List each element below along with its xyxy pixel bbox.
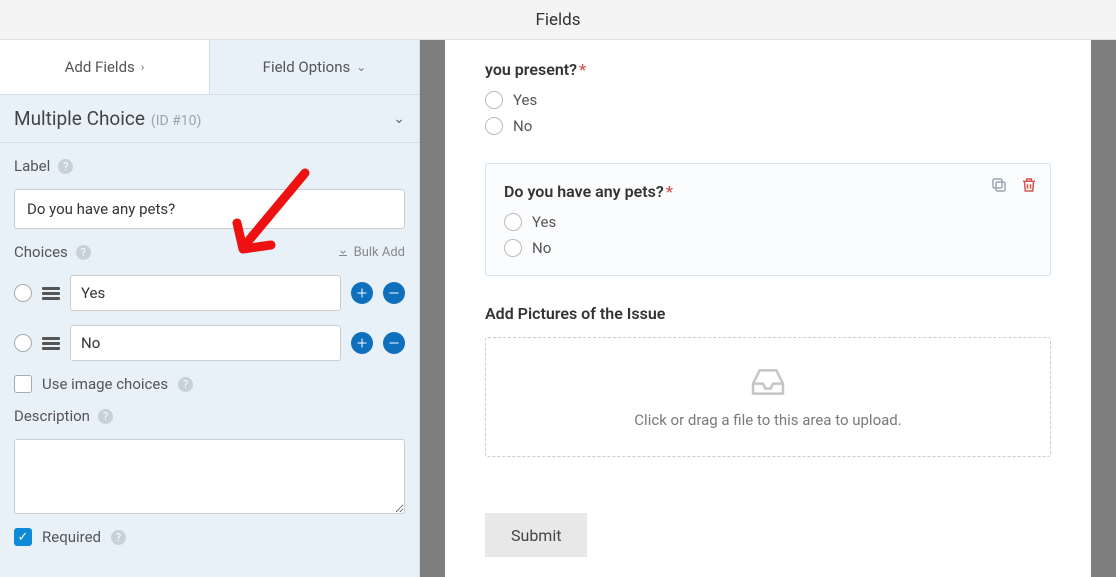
choice-input[interactable] xyxy=(70,325,341,361)
tab-add-fields[interactable]: Add Fields › xyxy=(0,40,210,94)
chevron-right-icon: › xyxy=(141,60,145,74)
option-label: No xyxy=(532,239,551,257)
image-choices-row: Use image choices ? xyxy=(14,375,405,393)
radio-icon xyxy=(485,91,503,109)
required-asterisk: * xyxy=(666,182,673,201)
duplicate-icon[interactable] xyxy=(990,176,1008,194)
help-icon[interactable]: ? xyxy=(58,159,73,174)
choice-row xyxy=(14,325,405,361)
chevron-down-icon[interactable]: ⌄ xyxy=(393,111,405,127)
submit-button[interactable]: Submit xyxy=(485,513,587,557)
radio-icon xyxy=(485,117,503,135)
preview-field[interactable]: Add Pictures of the Issue Click or drag … xyxy=(485,304,1051,457)
description-caption: Description xyxy=(14,407,90,425)
file-dropzone[interactable]: Click or drag a file to this area to upl… xyxy=(485,337,1051,457)
tab-add-fields-label: Add Fields xyxy=(65,58,135,76)
radio-option[interactable]: Yes xyxy=(485,91,1051,109)
drag-handle-icon[interactable] xyxy=(42,287,60,300)
required-label: Required xyxy=(42,528,101,546)
plus-icon xyxy=(356,337,368,349)
label-caption-row: Label ? xyxy=(14,157,405,175)
add-choice-button[interactable] xyxy=(351,282,373,304)
bulk-add-button[interactable]: Bulk Add xyxy=(337,245,405,260)
field-label: Add Pictures of the Issue xyxy=(485,304,1051,323)
field-type: Multiple Choice xyxy=(14,107,145,130)
help-icon[interactable]: ? xyxy=(98,409,113,424)
tab-field-options-label: Field Options xyxy=(263,58,351,76)
trash-icon[interactable] xyxy=(1020,176,1038,194)
page-title: Fields xyxy=(0,0,1116,40)
option-label: No xyxy=(513,117,532,135)
radio-option[interactable]: No xyxy=(504,239,1032,257)
help-icon[interactable]: ? xyxy=(178,377,193,392)
choice-default-radio[interactable] xyxy=(14,334,32,352)
tab-field-options[interactable]: Field Options ⌄ xyxy=(210,40,419,94)
minus-icon xyxy=(388,337,400,349)
dropzone-text: Click or drag a file to this area to upl… xyxy=(634,411,901,429)
radio-option[interactable]: No xyxy=(485,117,1051,135)
chevron-down-icon: ⌄ xyxy=(356,60,366,74)
form-preview-area: you present?* Yes No Do you have any pet… xyxy=(420,40,1116,577)
radio-icon xyxy=(504,213,522,231)
minus-icon xyxy=(388,287,400,299)
bulk-add-label: Bulk Add xyxy=(354,245,405,260)
description-input[interactable] xyxy=(14,439,405,514)
required-asterisk: * xyxy=(579,60,586,79)
field-header[interactable]: Multiple Choice (ID #10) ⌄ xyxy=(0,95,419,143)
choice-default-radio[interactable] xyxy=(14,284,32,302)
radio-option[interactable]: Yes xyxy=(504,213,1032,231)
plus-icon xyxy=(356,287,368,299)
drag-handle-icon[interactable] xyxy=(42,337,60,350)
download-icon xyxy=(337,246,349,258)
radio-icon xyxy=(504,239,522,257)
preview-field[interactable]: you present?* Yes No xyxy=(485,60,1051,135)
image-choices-checkbox[interactable] xyxy=(14,375,32,393)
choice-input[interactable] xyxy=(70,275,341,311)
help-icon[interactable]: ? xyxy=(76,245,91,260)
option-label: Yes xyxy=(532,213,556,231)
field-label: Do you have any pets? xyxy=(504,182,664,201)
choices-caption: Choices xyxy=(14,243,68,261)
required-checkbox[interactable]: ✓ xyxy=(14,528,32,546)
required-row: ✓ Required ? xyxy=(14,528,405,546)
label-input[interactable] xyxy=(14,189,405,229)
field-label: you present? xyxy=(485,60,577,79)
preview-field-selected[interactable]: Do you have any pets?* Yes No xyxy=(485,163,1051,276)
field-id: (ID #10) xyxy=(151,113,202,129)
add-choice-button[interactable] xyxy=(351,332,373,354)
label-caption: Label xyxy=(14,157,50,175)
inbox-icon xyxy=(748,365,788,399)
image-choices-label: Use image choices xyxy=(42,375,168,393)
field-options-panel: Add Fields › Field Options ⌄ Multiple Ch… xyxy=(0,40,420,577)
help-icon[interactable]: ? xyxy=(111,530,126,545)
option-label: Yes xyxy=(513,91,537,109)
remove-choice-button[interactable] xyxy=(383,282,405,304)
choice-row xyxy=(14,275,405,311)
remove-choice-button[interactable] xyxy=(383,332,405,354)
